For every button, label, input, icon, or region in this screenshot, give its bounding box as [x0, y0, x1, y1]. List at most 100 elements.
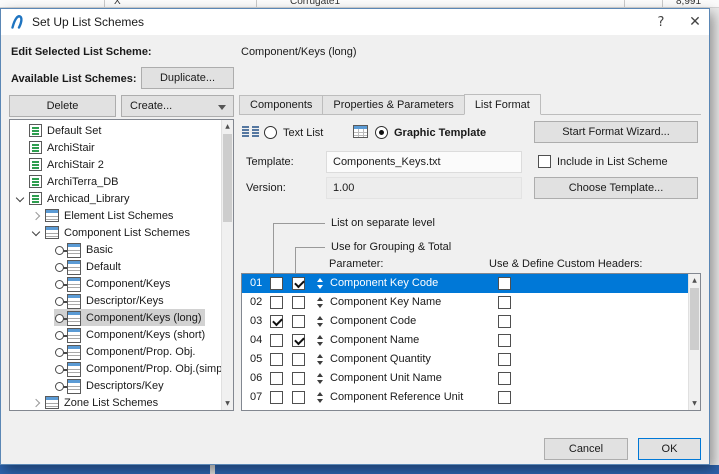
- bg-cell-x: X: [114, 0, 121, 7]
- cancel-button[interactable]: Cancel: [544, 438, 628, 460]
- table-scrollbar[interactable]: ▲ ▼: [688, 274, 700, 410]
- connector-line: [295, 247, 296, 273]
- dialog-titlebar[interactable]: Set Up List Schemes ? ✕: [1, 9, 709, 35]
- parameters-table: 01 Component Key Code 02 Component Key N…: [241, 273, 701, 411]
- tab-properties-parameters[interactable]: Properties & Parameters: [322, 95, 465, 114]
- include-in-list-scheme-checkbox[interactable]: [538, 155, 551, 168]
- tree-item-label: Component/Keys (long): [86, 311, 202, 324]
- tree-item-archistair-2[interactable]: ArchiStair 2: [10, 156, 233, 173]
- separate-level-checkbox[interactable]: [270, 296, 283, 309]
- tree-scrollbar-thumb[interactable]: [223, 134, 232, 222]
- chevron-down-icon: [218, 105, 226, 110]
- tree-item-default-set[interactable]: Default Set: [10, 122, 233, 139]
- text-list-icon: [242, 125, 259, 138]
- list-schemes-category-icon: [45, 396, 59, 409]
- tab-list-format[interactable]: List Format: [463, 94, 541, 115]
- custom-header-checkbox[interactable]: [498, 334, 511, 347]
- scroll-down-icon[interactable]: ▼: [689, 397, 700, 410]
- tree-item-element-list-schemes[interactable]: Element List Schemes: [10, 207, 233, 224]
- separate-level-checkbox[interactable]: [270, 334, 283, 347]
- parameter-row-07[interactable]: 07 Component Reference Unit: [242, 388, 688, 407]
- grouping-column-label: Use for Grouping & Total: [331, 241, 452, 253]
- expander-down-icon[interactable]: [14, 192, 28, 206]
- ok-button[interactable]: OK: [638, 438, 701, 460]
- reorder-spinner-icon[interactable]: [316, 353, 325, 366]
- reorder-spinner-icon[interactable]: [316, 277, 325, 290]
- tree-item-component-keys-short[interactable]: Component/Keys (short): [10, 326, 233, 343]
- reorder-spinner-icon[interactable]: [316, 334, 325, 347]
- parameter-name: Component Reference Unit: [330, 391, 464, 403]
- choose-template-button[interactable]: Choose Template...: [534, 177, 698, 199]
- custom-header-checkbox[interactable]: [498, 277, 511, 290]
- row-number: 02: [250, 296, 263, 308]
- reorder-spinner-icon[interactable]: [316, 372, 325, 385]
- grouping-checkbox[interactable]: [292, 315, 305, 328]
- parameter-row-03[interactable]: 03 Component Code: [242, 312, 688, 331]
- close-button[interactable]: ✕: [679, 9, 711, 35]
- parameter-name: Component Quantity: [330, 353, 431, 365]
- key-table-icon: [55, 362, 81, 377]
- reorder-spinner-icon[interactable]: [316, 315, 325, 328]
- scroll-up-icon[interactable]: ▲: [689, 274, 700, 287]
- custom-header-checkbox[interactable]: [498, 391, 511, 404]
- grouping-checkbox[interactable]: [292, 372, 305, 385]
- custom-header-checkbox[interactable]: [498, 372, 511, 385]
- separate-level-column-label: List on separate level: [331, 217, 435, 229]
- table-scrollbar-thumb[interactable]: [690, 288, 699, 350]
- parameter-row-01[interactable]: 01 Component Key Code: [242, 274, 688, 293]
- parameter-row-06[interactable]: 06 Component Unit Name: [242, 369, 688, 388]
- tree-item-component-prop-obj[interactable]: Component/Prop. Obj.: [10, 343, 233, 360]
- graphic-template-icon: [353, 125, 368, 138]
- tree-item-component-prop-obj-simple[interactable]: Component/Prop. Obj.(simple): [10, 360, 233, 377]
- expander-icon: [40, 277, 54, 291]
- scroll-down-icon[interactable]: ▼: [222, 397, 233, 410]
- key-table-icon: [55, 294, 81, 309]
- duplicate-button[interactable]: Duplicate...: [141, 67, 234, 89]
- delete-button[interactable]: Delete: [9, 95, 116, 117]
- tab-components[interactable]: Components: [239, 95, 324, 114]
- grouping-checkbox[interactable]: [292, 391, 305, 404]
- tree-item-archistair[interactable]: ArchiStair: [10, 139, 233, 156]
- tree-item-descriptors-key[interactable]: Descriptors/Key: [10, 377, 233, 394]
- start-format-wizard-button[interactable]: Start Format Wizard...: [534, 121, 698, 143]
- scroll-up-icon[interactable]: ▲: [222, 120, 233, 133]
- tree-item-default[interactable]: Default: [10, 258, 233, 275]
- text-list-radio[interactable]: [264, 126, 277, 139]
- expander-icon: [14, 175, 28, 189]
- expander-down-icon[interactable]: [30, 226, 44, 240]
- parameter-row-02[interactable]: 02 Component Key Name: [242, 293, 688, 312]
- grouping-checkbox[interactable]: [292, 277, 305, 290]
- tree-item-archicad-library[interactable]: Archicad_Library: [10, 190, 233, 207]
- tree-item-label: ArchiStair: [47, 141, 95, 154]
- tree-item-basic[interactable]: Basic: [10, 241, 233, 258]
- tree-scrollbar[interactable]: ▲ ▼: [221, 120, 233, 410]
- separate-level-checkbox[interactable]: [270, 353, 283, 366]
- grouping-checkbox[interactable]: [292, 334, 305, 347]
- separate-level-checkbox[interactable]: [270, 315, 283, 328]
- expander-icon: [40, 328, 54, 342]
- parameter-row-05[interactable]: 05 Component Quantity: [242, 350, 688, 369]
- reorder-spinner-icon[interactable]: [316, 296, 325, 309]
- parameter-row-04[interactable]: 04 Component Name: [242, 331, 688, 350]
- reorder-spinner-icon[interactable]: [316, 391, 325, 404]
- tree-item-label: Component/Prop. Obj.: [86, 345, 196, 358]
- help-button[interactable]: ?: [645, 9, 677, 35]
- grouping-checkbox[interactable]: [292, 296, 305, 309]
- tree-item-component-keys-long[interactable]: Component/Keys (long): [10, 309, 233, 326]
- expander-right-icon[interactable]: [30, 396, 44, 410]
- separate-level-checkbox[interactable]: [270, 372, 283, 385]
- custom-header-checkbox[interactable]: [498, 296, 511, 309]
- custom-header-checkbox[interactable]: [498, 315, 511, 328]
- tree-item-zone-list-schemes[interactable]: Zone List Schemes: [10, 394, 233, 410]
- create-dropdown[interactable]: Create...: [121, 95, 234, 117]
- tree-item-component-keys[interactable]: Component/Keys: [10, 275, 233, 292]
- separate-level-checkbox[interactable]: [270, 277, 283, 290]
- graphic-template-radio[interactable]: [375, 126, 388, 139]
- tree-item-architerra-db[interactable]: ArchiTerra_DB: [10, 173, 233, 190]
- custom-header-checkbox[interactable]: [498, 353, 511, 366]
- tree-item-component-list-schemes[interactable]: Component List Schemes: [10, 224, 233, 241]
- expander-right-icon[interactable]: [30, 209, 44, 223]
- grouping-checkbox[interactable]: [292, 353, 305, 366]
- tree-item-descriptor-keys[interactable]: Descriptor/Keys: [10, 292, 233, 309]
- separate-level-checkbox[interactable]: [270, 391, 283, 404]
